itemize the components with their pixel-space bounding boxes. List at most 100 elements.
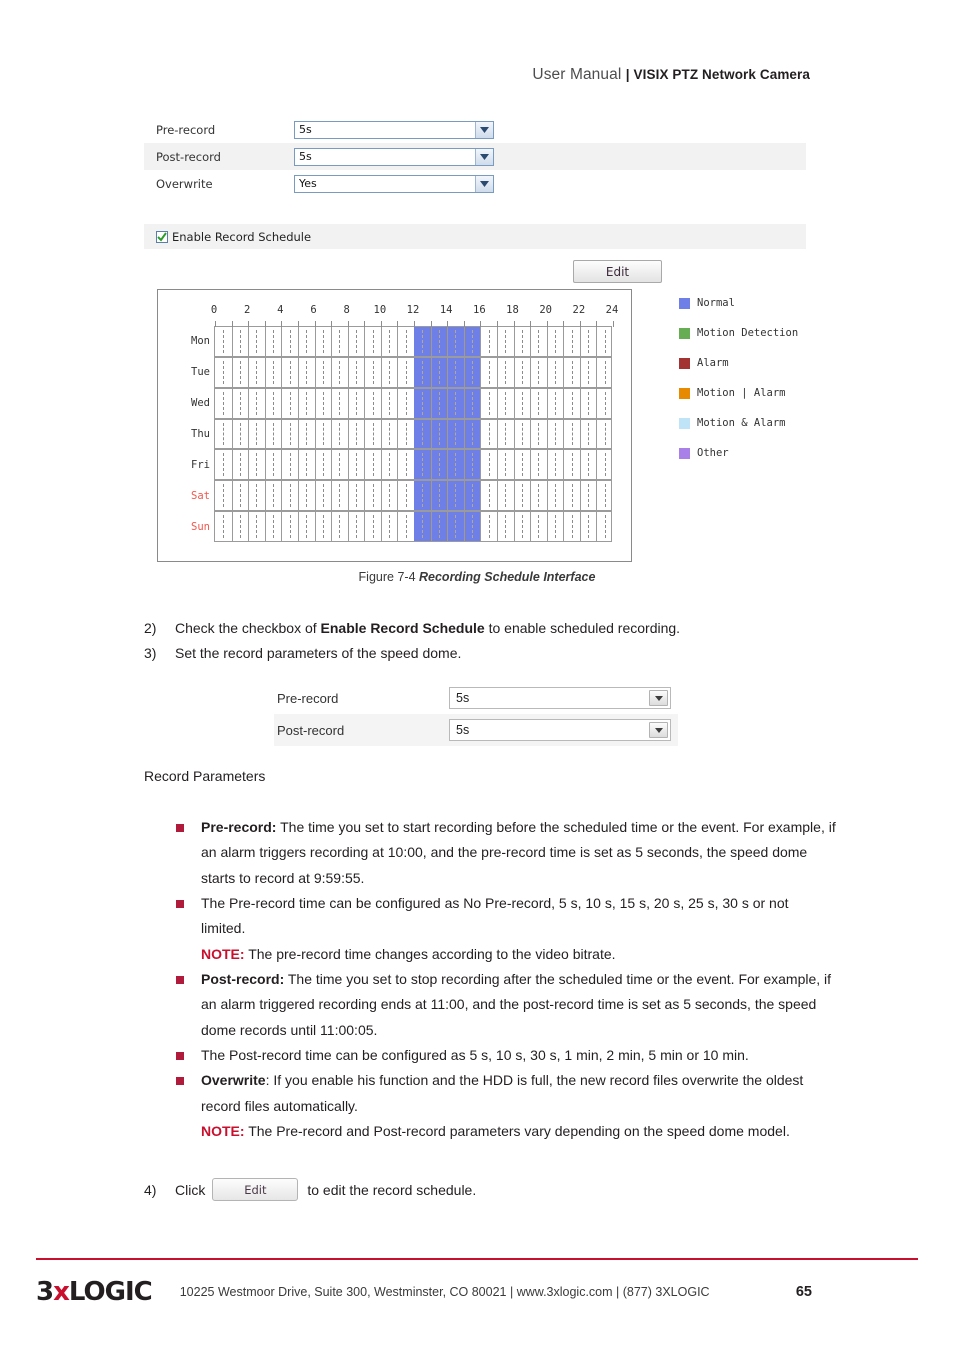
bullet-square-icon: [176, 975, 184, 984]
post-record-select[interactable]: 5s: [294, 147, 494, 166]
chevron-down-icon[interactable]: [649, 690, 668, 706]
chevron-down-icon[interactable]: [475, 175, 493, 192]
axis-ticks: [215, 321, 614, 327]
step-2-text: Check the checkbox of Enable Record Sche…: [175, 618, 834, 640]
section-title: Record Parameters: [144, 768, 266, 784]
step-4-post: to edit the record schedule.: [307, 1181, 477, 1198]
legend-label: Alarm: [697, 357, 729, 369]
chart-plot-area[interactable]: [214, 321, 614, 542]
chart-y-axis: Mon Tue Wed Thu Fri Sat Sun: [166, 326, 212, 542]
legend-label: Motion & Alarm: [697, 417, 786, 429]
footer-divider: [36, 1258, 918, 1260]
x-tick-label: 18: [506, 304, 519, 316]
schedule-block-normal[interactable]: [414, 481, 481, 511]
x-tick-label: 22: [572, 304, 586, 316]
record-parameters-panel: Pre-record 5s Post-record 5s: [274, 682, 678, 746]
schedule-block-normal[interactable]: [414, 450, 481, 480]
legend-label: Other: [697, 447, 729, 459]
setting-label: Overwrite: [156, 176, 213, 191]
record-settings-panel: Pre-record 5s Post-record 5s Overwrite Yes: [144, 116, 806, 197]
select-value: 5s: [299, 150, 312, 163]
overwrite-select[interactable]: Yes: [294, 174, 494, 193]
post-record-select[interactable]: 5s: [449, 719, 671, 741]
bullet-bold: Overwrite: [201, 1072, 266, 1089]
enable-record-schedule-label: Enable Record Schedule: [172, 229, 312, 244]
chevron-down-icon[interactable]: [475, 148, 493, 165]
schedule-block-normal[interactable]: [414, 388, 481, 418]
logo-x: x: [53, 1277, 70, 1307]
x-tick-label: 2: [243, 304, 251, 316]
chevron-down-icon[interactable]: [649, 722, 668, 738]
x-tick-label: 4: [277, 304, 284, 316]
legend-swatch: [679, 327, 690, 339]
schedule-row-wed[interactable]: [214, 387, 612, 419]
schedule-row-tue[interactable]: [214, 356, 612, 388]
header-separator: |: [625, 67, 634, 82]
bullet-bold: Post-record:: [201, 970, 285, 987]
param-label: Post-record: [277, 722, 345, 738]
legend-item-alarm: Alarm: [679, 348, 879, 378]
note-label: NOTE:: [201, 945, 245, 962]
schedule-row-thu[interactable]: [214, 418, 612, 450]
schedule-block-normal[interactable]: [414, 512, 481, 541]
legend-swatch: [679, 357, 690, 369]
bullet-item: Overwrite: If you enable his function an…: [176, 1068, 836, 1144]
bullet-item: The Pre-record time can be configured as…: [176, 891, 836, 967]
page-header: User Manual | VISIX PTZ Network Camera: [0, 66, 954, 84]
chevron-down-icon[interactable]: [475, 121, 493, 138]
legend-item-motion-alarm: Motion & Alarm: [679, 408, 879, 438]
schedule-row-mon[interactable]: [214, 321, 614, 357]
setting-label: Post-record: [156, 149, 221, 164]
y-tick-label-sun: Sun: [191, 520, 210, 533]
x-tick-label: 8: [343, 304, 350, 316]
logo-pre: 3: [36, 1277, 54, 1307]
note-label: NOTE:: [201, 1122, 245, 1139]
param-row-pre-record: Pre-record 5s: [274, 682, 678, 714]
note-text: The Pre-record and Post-record parameter…: [244, 1122, 790, 1139]
step-4-number: 4): [144, 1181, 157, 1198]
setting-label: Pre-record: [156, 122, 216, 137]
step-3: 3) Set the record parameters of the spee…: [144, 643, 834, 665]
pre-record-select[interactable]: 5s: [294, 120, 494, 139]
legend-item-motion-detection: Motion Detection: [679, 318, 879, 348]
recording-schedule-chart: 0 2 4 6 8 10 12 14 16 18 20 22 24 Mon Tue Wed Thu Fri Sat…: [157, 289, 632, 562]
company-logo: 3xLOGIC: [36, 1277, 153, 1307]
schedule-block-normal[interactable]: [414, 327, 481, 356]
y-tick-label-thu: Thu: [191, 428, 210, 440]
note-text: The pre-record time changes according to…: [244, 945, 616, 962]
setting-row-pre-record: Pre-record 5s: [144, 116, 806, 143]
x-tick-label: 6: [310, 304, 317, 316]
x-tick-label: 10: [373, 304, 387, 316]
edit-button-inline[interactable]: Edit: [212, 1178, 299, 1201]
header-title-bold: VISIX PTZ Network Camera: [633, 67, 810, 82]
y-tick-label-mon: Mon: [191, 335, 210, 348]
bullet-text: The time you set to start recording befo…: [201, 819, 836, 886]
x-tick-label: 24: [605, 304, 619, 316]
y-tick-label-tue: Tue: [191, 366, 210, 379]
legend-swatch: [679, 297, 690, 309]
edit-schedule-button[interactable]: Edit: [573, 260, 662, 283]
schedule-row-fri[interactable]: [214, 449, 612, 481]
schedule-row-sun[interactable]: [214, 511, 612, 542]
select-value: 5s: [456, 691, 470, 705]
param-row-post-record: Post-record 5s: [274, 714, 678, 746]
x-tick-label: 12: [406, 304, 420, 316]
step-2-number: 2): [144, 620, 157, 636]
x-tick-label: 0: [210, 304, 218, 316]
schedule-block-normal[interactable]: [414, 357, 481, 387]
bullet-square-icon: [176, 824, 184, 832]
select-value: Yes: [299, 177, 317, 190]
legend-label: Normal: [697, 297, 735, 309]
enable-record-schedule-row[interactable]: Enable Record Schedule: [144, 224, 806, 249]
pre-record-select[interactable]: 5s: [449, 687, 671, 709]
page-footer: 3xLOGIC 10225 Westmoor Drive, Suite 300,…: [36, 1272, 918, 1312]
document-page: User Manual | VISIX PTZ Network Camera P…: [0, 0, 954, 1351]
schedule-block-normal[interactable]: [414, 419, 481, 449]
checkbox-icon[interactable]: [156, 230, 168, 243]
step-4: 4) Click Edit to edit the record schedul…: [144, 1178, 834, 1201]
bullet-bold: Pre-record:: [201, 819, 277, 835]
bullet-square-icon: [176, 1077, 184, 1086]
setting-row-overwrite: Overwrite Yes: [144, 170, 806, 197]
schedule-row-sat[interactable]: [214, 480, 612, 512]
step-2-bold: Enable Record Schedule: [320, 620, 485, 636]
